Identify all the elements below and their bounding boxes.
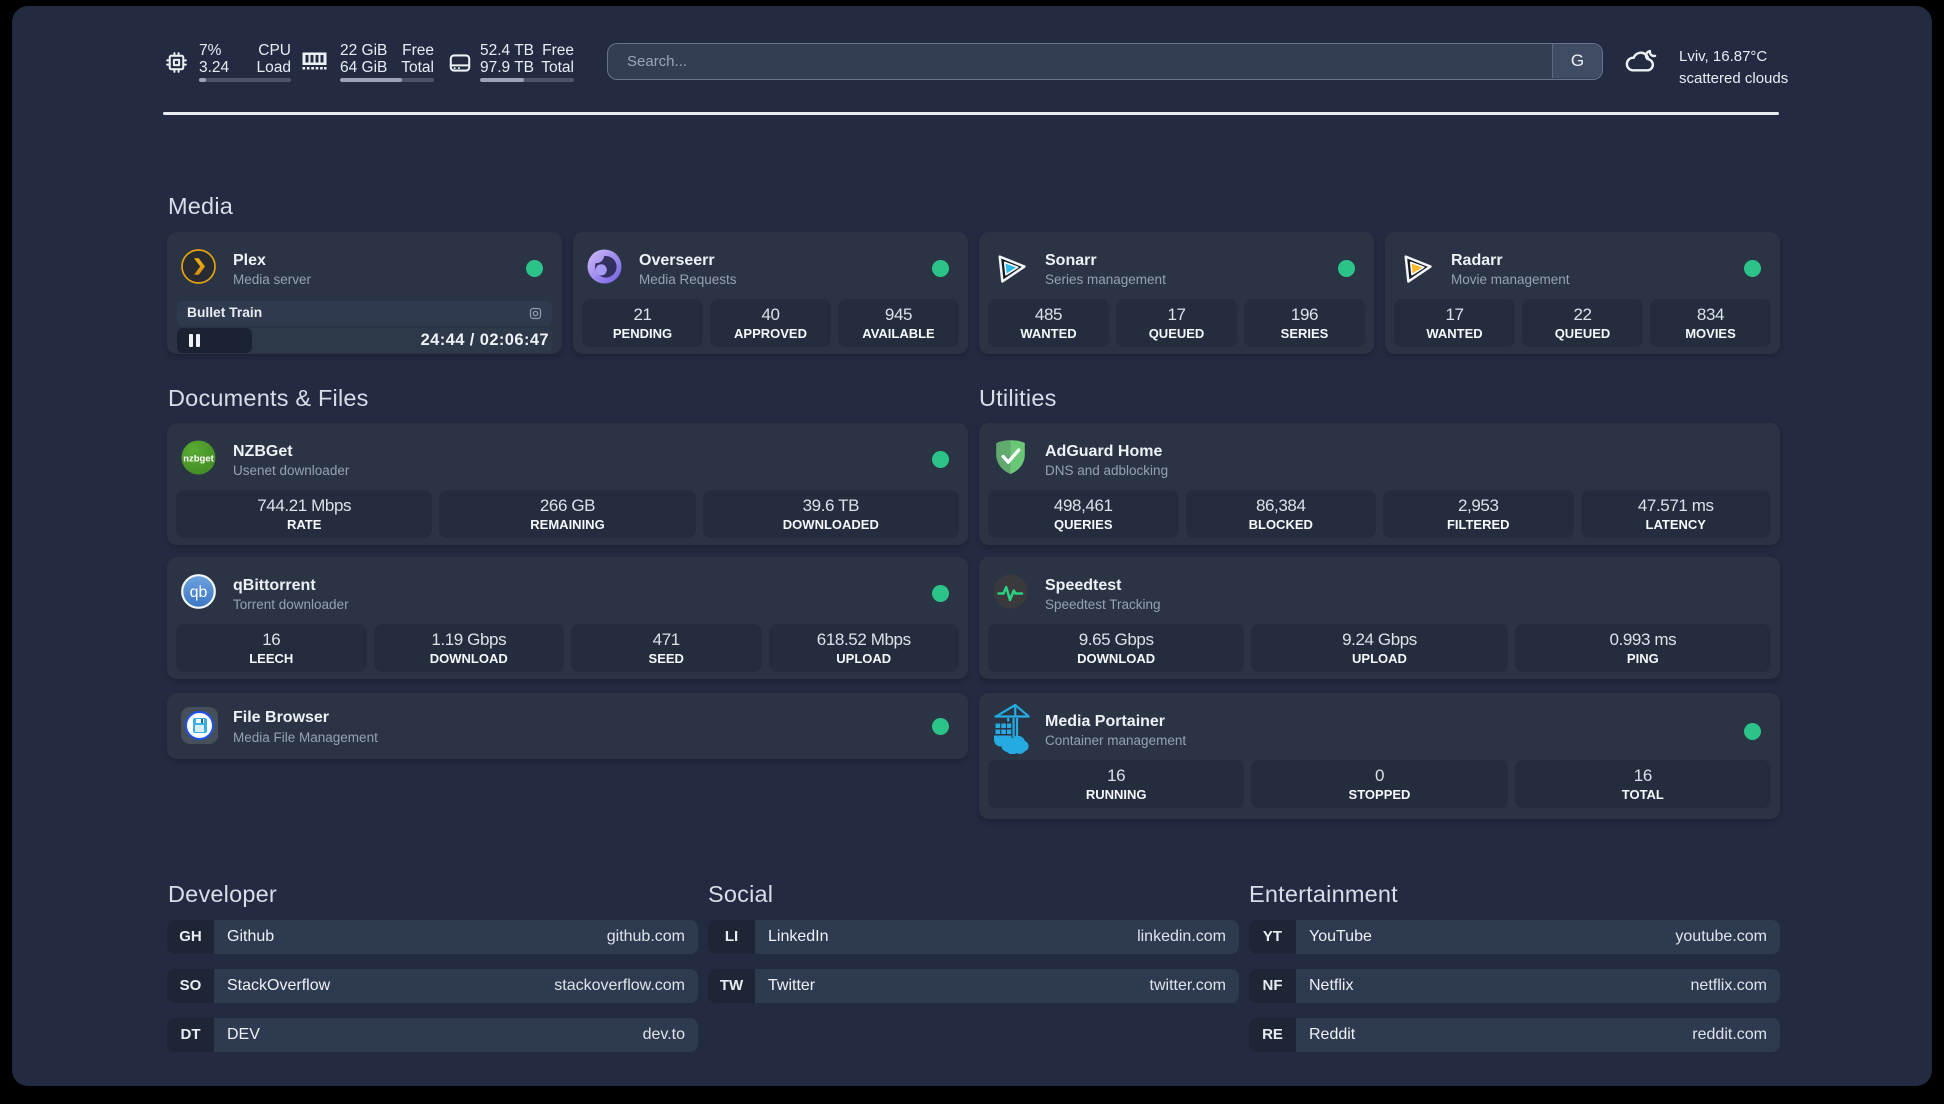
svg-text:nzbget: nzbget	[183, 454, 214, 465]
svg-text:qb: qb	[190, 584, 208, 601]
